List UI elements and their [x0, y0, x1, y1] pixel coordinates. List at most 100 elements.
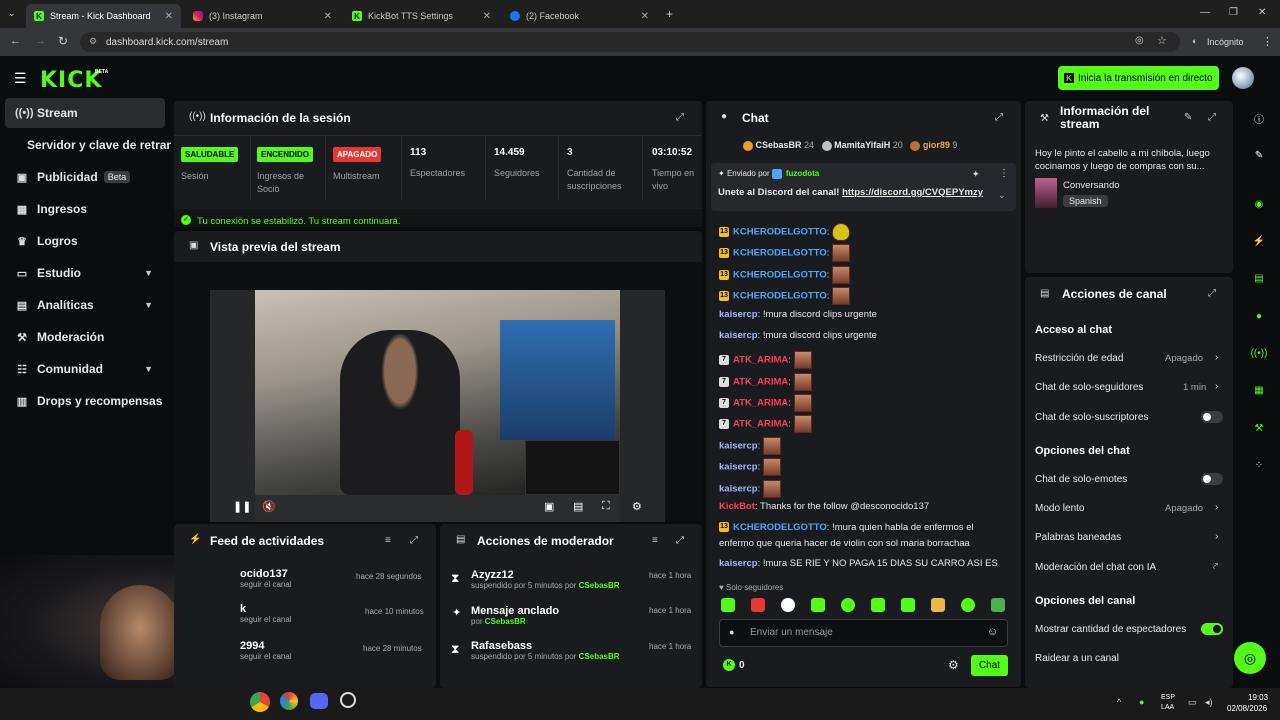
wifi-icon[interactable]: ▭	[1188, 697, 1197, 708]
tab-instagram[interactable]: (3) Instagram ✕	[185, 4, 340, 28]
url-input[interactable]: ⚙ dashboard.kick.com/stream	[80, 32, 1180, 52]
fullscreen-icon[interactable]: ⛶	[602, 500, 610, 513]
close-window-icon[interactable]: ✕	[1258, 7, 1266, 18]
info-icon[interactable]: ⓘ	[1248, 107, 1270, 129]
sidebar-item-server-key[interactable]: Servidor y clave de retransn	[5, 130, 171, 160]
volume-icon[interactable]: ◂)	[1205, 697, 1213, 708]
expand-icon[interactable]: ⤢	[676, 112, 684, 123]
sidebar-item-income[interactable]: ▦ Ingresos	[5, 194, 165, 224]
chat-username[interactable]: KickBot	[719, 501, 755, 512]
discord-taskbar-icon[interactable]	[310, 693, 328, 709]
chevron-right-icon[interactable]: ›	[1215, 352, 1218, 363]
chat-username[interactable]: kaisercp	[719, 330, 758, 341]
expand-icon[interactable]: ⤢	[1208, 112, 1216, 123]
emotes-only-toggle[interactable]	[1201, 473, 1223, 485]
show-viewers-toggle[interactable]	[1201, 623, 1223, 635]
tab-kickbot[interactable]: K KickBot TTS Settings ✕	[344, 4, 499, 28]
category-name[interactable]: Conversando	[1063, 180, 1120, 191]
minimize-icon[interactable]: —	[1200, 7, 1210, 18]
category-thumbnail[interactable]	[1035, 178, 1057, 208]
age-restriction-value[interactable]: Apagado	[1165, 353, 1203, 364]
expand-icon[interactable]: ⤢	[995, 112, 1003, 123]
filter-icon[interactable]: ≡	[385, 535, 391, 546]
video-player[interactable]	[210, 290, 665, 522]
camera-icon[interactable]: ◉	[1248, 193, 1270, 215]
emote-button[interactable]	[961, 598, 975, 612]
pinned-by[interactable]: fuzodota	[786, 169, 819, 178]
emoji-icon[interactable]: ☺	[987, 626, 998, 638]
emote-button[interactable]	[781, 598, 795, 612]
bolt-icon[interactable]: ⚡	[1248, 230, 1270, 252]
sidebar-item-drops[interactable]: ▥ Drops y recompensas	[5, 386, 165, 416]
ai-moderation-label[interactable]: Moderación del chat con IA	[1035, 562, 1156, 573]
clipboard-icon[interactable]: ▤	[1248, 267, 1270, 289]
pause-icon[interactable]: ❚❚	[233, 500, 251, 513]
close-icon[interactable]: ✕	[483, 11, 491, 22]
emote-button[interactable]	[931, 598, 945, 612]
chevron-right-icon[interactable]: ›	[1215, 531, 1218, 542]
edit-pencil-icon[interactable]: ✎	[1248, 144, 1270, 166]
sidebar-item-achievements[interactable]: ♛ Logros	[5, 226, 165, 256]
top-user[interactable]: gior89	[923, 140, 950, 150]
chat-username[interactable]: ATK_ARIMA	[733, 377, 788, 388]
sidebar-item-stream[interactable]: ((•)) Stream	[5, 98, 165, 128]
expand-icon[interactable]: ⤢	[676, 535, 684, 546]
eye-off-icon[interactable]: ◎	[1135, 35, 1144, 46]
sidebar-item-community[interactable]: ☷ Comunidad ▼	[5, 354, 165, 384]
profile-label[interactable]: Incógnito	[1207, 37, 1244, 47]
pinned-link[interactable]: https://discord.gg/CVQEPYmzy	[842, 187, 983, 198]
menu-icon[interactable]: ⋮	[1262, 35, 1273, 48]
sidebar-item-moderation[interactable]: ⚒ Moderación	[5, 322, 165, 352]
emote-button[interactable]	[991, 598, 1005, 612]
emote-button[interactable]	[901, 598, 915, 612]
followers-only-value[interactable]: 1 min	[1183, 382, 1206, 393]
forward-icon[interactable]: →	[35, 35, 46, 47]
mute-icon[interactable]: 🔇	[262, 500, 276, 513]
support-chat-button[interactable]: ◎	[1234, 642, 1266, 674]
chat-bubble-icon[interactable]: ●	[1248, 305, 1270, 327]
chevron-right-icon[interactable]: ›	[1215, 381, 1218, 392]
hamburger-menu-icon[interactable]: ☰	[14, 70, 27, 87]
chat-username[interactable]: KCHERODELGOTTO	[733, 227, 827, 238]
settings-gear-icon[interactable]: ⚙	[948, 658, 959, 672]
send-chat-button[interactable]: Chat	[971, 655, 1008, 676]
pin-icon[interactable]: ✦	[972, 169, 980, 180]
sidebar-item-analytics[interactable]: ▤ Analíticas ▼	[5, 290, 165, 320]
kick-logo[interactable]: KICK	[40, 68, 102, 93]
layout-icon[interactable]: ▦	[1248, 379, 1270, 401]
chat-username[interactable]: kaisercp	[719, 558, 758, 569]
mod-by[interactable]: CSebasBR	[579, 652, 620, 661]
external-link-icon[interactable]: ⤤	[1213, 561, 1218, 572]
top-user[interactable]: CSebasBR	[756, 140, 802, 150]
app-taskbar-icon[interactable]	[280, 692, 298, 710]
maximize-icon[interactable]: ❐	[1229, 7, 1238, 18]
chevron-right-icon[interactable]: ›	[1215, 502, 1218, 513]
chevron-up-icon[interactable]: ^	[1117, 697, 1121, 707]
sidebar-item-ads[interactable]: ▣ Publicidad Beta	[5, 162, 165, 192]
expand-icon[interactable]: ⤢	[410, 535, 418, 546]
points-icon[interactable]: K	[723, 659, 735, 671]
tab-stream[interactable]: K Stream - Kick Dashboard ✕	[26, 4, 181, 28]
emote-button[interactable]	[841, 598, 855, 612]
chat-username[interactable]: kaisercp	[719, 309, 758, 320]
close-icon[interactable]: ✕	[641, 11, 649, 22]
expand-icon[interactable]: ⤢	[1208, 288, 1216, 299]
reload-icon[interactable]: ↻	[58, 34, 68, 48]
site-info-icon[interactable]: ⚙	[89, 36, 97, 47]
banned-words-label[interactable]: Palabras baneadas	[1035, 532, 1121, 543]
pip-icon[interactable]: ▣	[544, 500, 554, 513]
raid-channel-label[interactable]: Raidear a un canal	[1035, 653, 1119, 664]
sidebar-item-studio[interactable]: ▭ Estudio ▼	[5, 258, 165, 288]
avatar[interactable]	[1232, 67, 1254, 89]
chat-username[interactable]: kaisercp	[719, 462, 758, 473]
chat-username[interactable]: kaisercp	[719, 441, 758, 452]
mic-icon[interactable]: ●	[1139, 697, 1144, 707]
apps-icon[interactable]: ⁘	[1248, 454, 1270, 476]
chat-username[interactable]: KCHERODELGOTTO	[733, 291, 827, 302]
more-icon[interactable]: ⋮	[999, 168, 1009, 179]
emote-button[interactable]	[721, 598, 735, 612]
star-icon[interactable]: ☆	[1157, 34, 1167, 47]
tab-facebook[interactable]: (2) Facebook ✕	[502, 4, 657, 28]
close-icon[interactable]: ✕	[165, 11, 173, 22]
filter-icon[interactable]: ≡	[652, 535, 658, 546]
